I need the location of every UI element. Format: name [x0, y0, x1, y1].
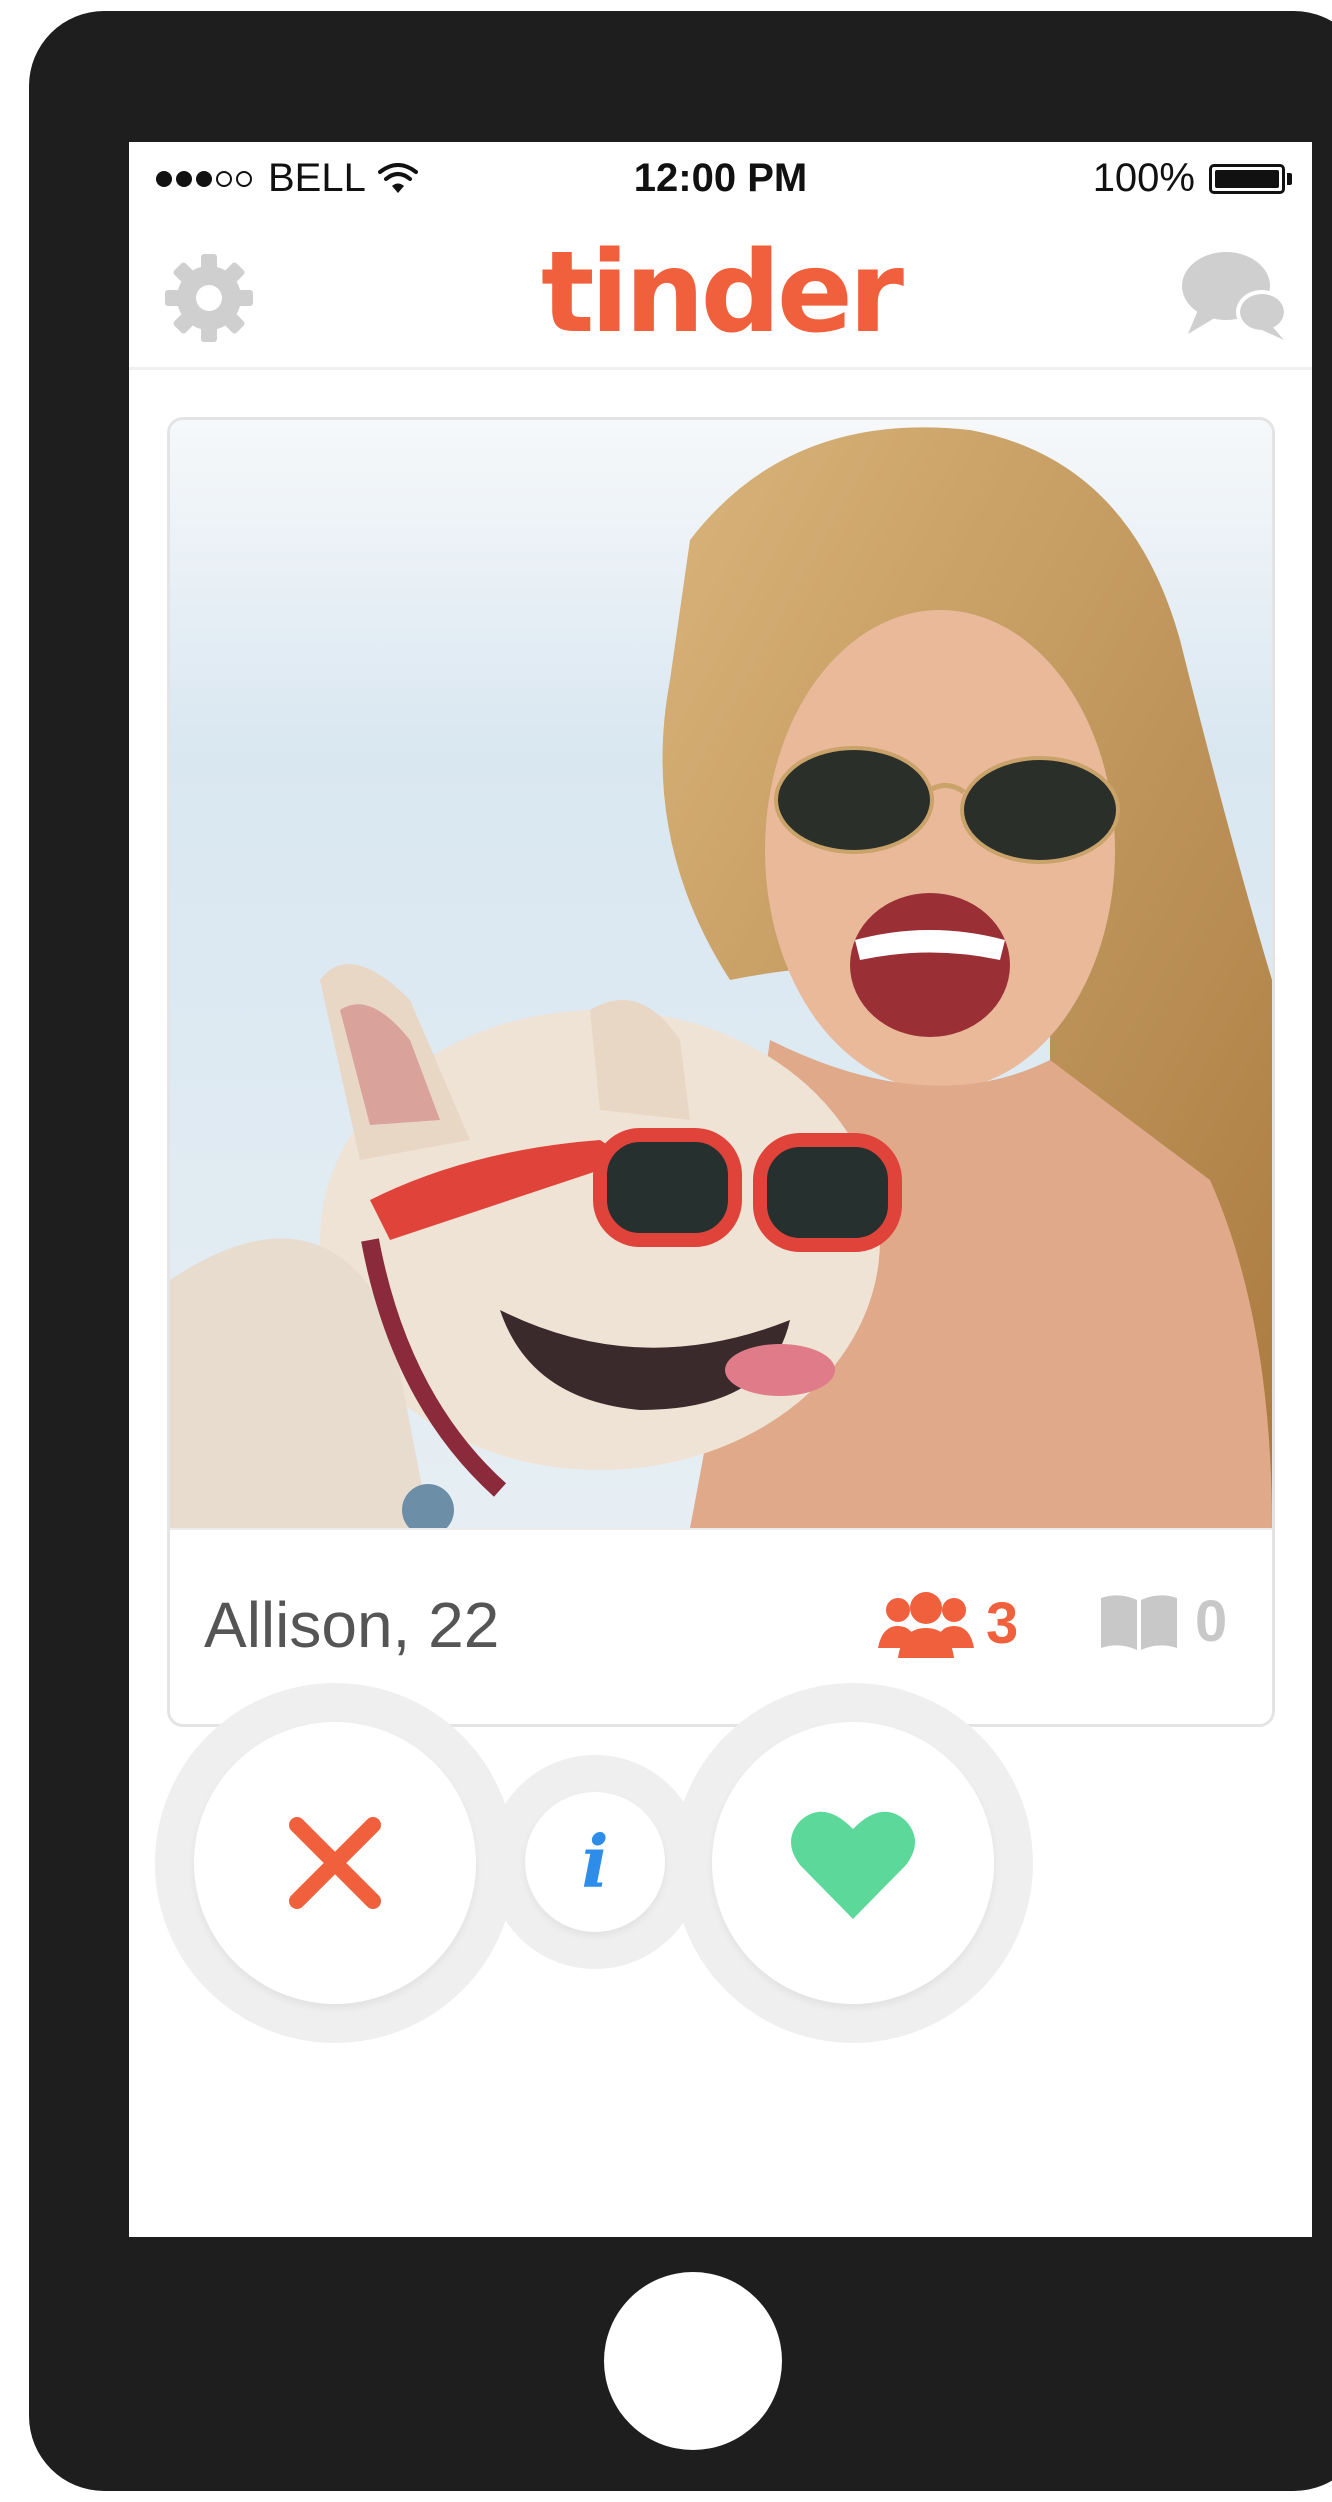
info-button[interactable]: i	[525, 1792, 665, 1932]
phone-frame: BELL 12:00 PM 100% tinder Allison, 22 3 …	[29, 11, 1332, 2491]
common-interests[interactable]: 0	[1097, 1588, 1227, 1655]
battery-percentage: 100%	[1092, 156, 1195, 200]
profile-name-age: Allison, 22	[204, 1589, 500, 1661]
home-button[interactable]	[604, 2272, 782, 2450]
chat-bubbles-icon[interactable]	[1180, 244, 1290, 344]
common-interests-count: 0	[1195, 1589, 1228, 1654]
status-right: 100%	[1093, 156, 1292, 201]
battery-icon	[1209, 163, 1292, 194]
profile-card[interactable]: Allison, 22 3 0	[167, 417, 1275, 1727]
battery-tip	[1287, 172, 1292, 185]
x-icon	[289, 1817, 381, 1909]
page: BELL 12:00 PM 100% tinder Allison, 22 3 …	[0, 0, 1332, 2502]
common-friends[interactable]: 3	[878, 1588, 1018, 1658]
status-bar: BELL 12:00 PM 100%	[129, 142, 1312, 218]
book-icon	[1101, 1594, 1177, 1650]
heart-icon	[791, 1811, 915, 1919]
battery-body	[1209, 163, 1285, 194]
info-icon: i	[581, 1819, 609, 1904]
nope-button[interactable]	[194, 1722, 476, 2004]
nav-bar: tinder	[129, 218, 1312, 370]
like-button[interactable]	[712, 1722, 994, 2004]
common-friends-count: 3	[986, 1590, 1019, 1656]
tinder-logo: tinder	[540, 228, 904, 358]
profile-photo	[170, 420, 1272, 1528]
battery-fill	[1215, 169, 1279, 188]
friends-icon	[878, 1592, 974, 1658]
